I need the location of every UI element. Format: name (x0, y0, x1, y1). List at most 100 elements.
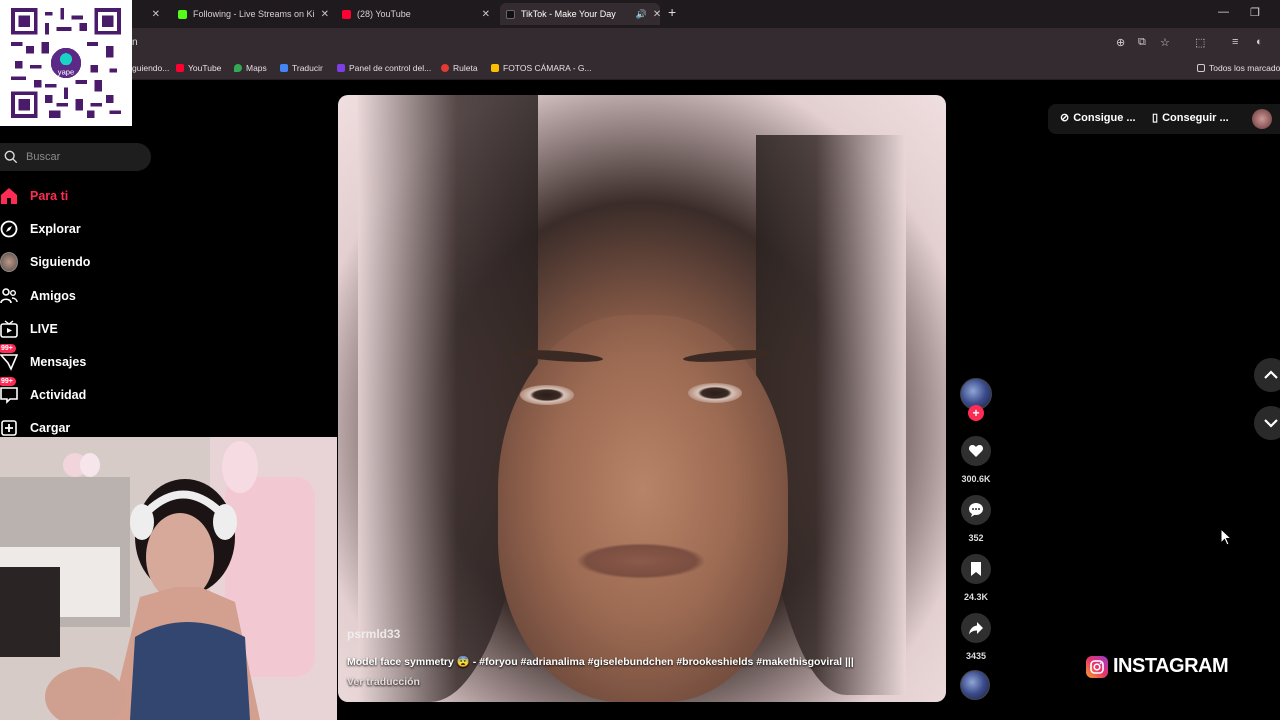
all-bookmarks[interactable]: Todos los marcado (1197, 63, 1280, 73)
nav-label: LIVE (30, 322, 58, 336)
browser-tab-bar: ✕ Following - Live Streams on Ki ✕ (28) … (0, 0, 1280, 28)
close-tab-icon[interactable]: ✕ (321, 9, 329, 20)
profile-avatar[interactable] (1252, 109, 1272, 129)
shares-count: 3435 (965, 651, 987, 661)
nav-label: Siguiendo (30, 255, 91, 269)
bookmark-label: Ruleta (453, 63, 478, 73)
share-button[interactable] (961, 613, 991, 643)
top-right-actions: ⊘ Consigue ... ▯ Conseguir ... (1048, 104, 1280, 134)
audio-icon[interactable]: 🔊 (636, 9, 647, 20)
comment-button[interactable] (961, 495, 991, 525)
bookmark-label: guiendo... (132, 63, 170, 73)
bookmark-panel[interactable]: Panel de control del... (337, 63, 431, 73)
bookmark-label: Traducir (292, 63, 323, 73)
translate-icon (280, 64, 288, 72)
youtube-icon (176, 64, 184, 72)
nav-label: Amigos (30, 289, 76, 303)
get-app-button[interactable]: ▯ Conseguir ... (1152, 111, 1229, 125)
bookmark-label: FOTOS CÁMARA - G... (503, 63, 592, 73)
button-label: Consigue ... (1073, 111, 1136, 124)
yape-label: yape (58, 68, 74, 77)
nav-siguiendo[interactable]: Siguiendo (0, 249, 90, 275)
tab-partial[interactable]: ✕ (130, 3, 166, 25)
search-placeholder: Buscar (26, 151, 61, 163)
bookmark-maps[interactable]: Maps (234, 63, 267, 73)
sound-disc-avatar[interactable] (960, 670, 990, 700)
qr-code-icon: yape (11, 8, 121, 118)
address-bar: n ⊕ ⧉ ☆ ⬚ ≡ ◐ (0, 28, 1280, 58)
zoom-icon[interactable]: ⊕ (1116, 36, 1125, 49)
kick-favicon-icon (178, 9, 187, 19)
youtube-favicon-icon (342, 9, 351, 19)
close-tab-icon[interactable]: ✕ (482, 9, 490, 20)
get-coins-button[interactable]: ⊘ Consigue ... (1060, 111, 1136, 125)
new-tab-button[interactable]: + (668, 4, 676, 20)
bookmark-ruleta[interactable]: Ruleta (441, 63, 478, 73)
nav-amigos[interactable]: Amigos (0, 283, 76, 309)
bookmark-fotos[interactable]: FOTOS CÁMARA - G... (491, 63, 592, 73)
video-player[interactable]: psrmld33 Model face symmetry 😨 - #foryou… (338, 95, 946, 702)
address-text[interactable]: n (132, 37, 138, 48)
extensions-icon[interactable]: ⬚ (1195, 36, 1205, 49)
bookmark-icon (971, 562, 981, 576)
nav-mensajes[interactable]: 99+ Mensajes (0, 344, 87, 375)
bookmark-youtube[interactable]: YouTube (176, 63, 221, 73)
comments-count: 352 (968, 533, 984, 543)
translate-link[interactable]: Ver traducción (347, 676, 420, 688)
likes-count: 300.6K (961, 474, 991, 484)
tab-title: TikTok - Make Your Day (521, 9, 616, 19)
next-video-button[interactable] (1254, 406, 1280, 440)
video-lips (576, 543, 706, 579)
nav-live[interactable]: LIVE (0, 316, 58, 342)
tiktok-favicon-icon (506, 9, 515, 19)
roulette-icon (441, 64, 449, 72)
compass-icon (0, 220, 18, 238)
comment-icon (969, 503, 983, 517)
nav-label: Mensajes (30, 355, 87, 369)
messages-badge: 99+ (0, 344, 16, 353)
bookmark-label: YouTube (188, 63, 222, 73)
bookmark-item[interactable]: guiendo... (132, 63, 169, 73)
tab-title: (28) YouTube (357, 9, 411, 19)
yape-qr-code: yape (0, 0, 132, 126)
nav-label: Para ti (30, 189, 69, 203)
webcam-overlay (0, 437, 337, 720)
tab-kick[interactable]: Following - Live Streams on Ki ✕ (172, 3, 332, 25)
search-input[interactable]: Buscar (0, 143, 151, 171)
bookmark-label: Panel de control del... (349, 63, 432, 73)
coin-icon: ⊘ (1060, 112, 1070, 124)
instagram-overlay: INSTAGRAM (1086, 655, 1229, 678)
nav-explorar[interactable]: Explorar (0, 216, 81, 242)
media-icon[interactable]: ≡ (1232, 36, 1238, 48)
tab-title: Following - Live Streams on Ki (193, 9, 315, 19)
restore-icon[interactable]: ❐ (1250, 6, 1260, 19)
previous-video-button[interactable] (1254, 358, 1280, 392)
chevron-up-icon (1264, 370, 1278, 379)
nav-para-ti[interactable]: Para ti (0, 183, 68, 209)
video-hair-right (756, 135, 906, 695)
install-app-icon[interactable]: ⧉ (1138, 36, 1146, 49)
bookmark-translate[interactable]: Traducir (280, 63, 323, 73)
close-tab-icon[interactable]: ✕ (152, 9, 160, 20)
follow-button[interactable]: + (968, 405, 984, 421)
minimize-icon[interactable]: — (1218, 6, 1229, 18)
tab-tiktok[interactable]: TikTok - Make Your Day 🔊 ✕ (500, 3, 660, 25)
nav-actividad[interactable]: 99+ Actividad (0, 377, 87, 408)
bookmark-label: Todos los marcado (1209, 63, 1280, 73)
bookmark-label: Maps (246, 63, 267, 73)
close-tab-icon[interactable]: ✕ (653, 9, 660, 20)
folder-icon (1197, 64, 1205, 72)
share-icon (969, 622, 983, 635)
bookmark-star-icon[interactable]: ☆ (1160, 36, 1170, 49)
nav-label: Actividad (30, 388, 87, 402)
home-icon (0, 187, 18, 205)
like-button[interactable] (961, 436, 991, 466)
bookmarks-bar: guiendo... YouTube Maps Traducir Panel d… (0, 58, 1280, 80)
save-button[interactable] (961, 554, 991, 584)
tab-youtube[interactable]: (28) YouTube ✕ (336, 3, 496, 25)
nav-label: Cargar (30, 421, 71, 435)
video-description: Model face symmetry 😨 - #foryou #adriana… (347, 656, 854, 668)
maps-icon (234, 64, 242, 72)
video-username[interactable]: psrmld33 (347, 627, 400, 641)
profile-icon[interactable]: ◐ (1256, 36, 1263, 48)
